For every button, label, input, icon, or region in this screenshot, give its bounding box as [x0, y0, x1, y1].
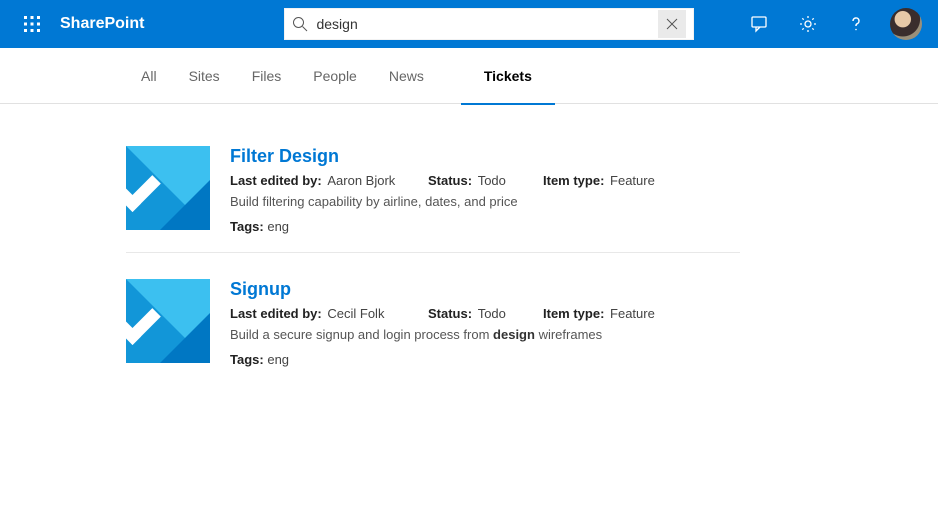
status-label: Status: [428, 306, 472, 321]
tab-news[interactable]: News [386, 48, 427, 104]
result-meta: Last edited by: Aaron Bjork Status: Todo… [230, 173, 740, 188]
search-results: Filter Design Last edited by: Aaron Bjor… [0, 104, 740, 385]
header-right [738, 0, 930, 48]
result-item: Signup Last edited by: Cecil Folk Status… [126, 271, 740, 385]
settings-button[interactable] [786, 0, 830, 48]
help-button[interactable] [834, 0, 878, 48]
result-body: Filter Design Last edited by: Aaron Bjor… [230, 146, 740, 234]
tab-people[interactable]: People [310, 48, 360, 104]
status-value: Todo [478, 173, 506, 188]
result-description: Build a secure signup and login process … [230, 327, 740, 342]
help-icon [846, 14, 866, 34]
chat-icon [750, 14, 770, 34]
result-meta: Last edited by: Cecil Folk Status: Todo … [230, 306, 740, 321]
search-box[interactable] [284, 8, 694, 40]
tab-files[interactable]: Files [249, 48, 285, 104]
close-icon [665, 17, 679, 31]
suite-header: SharePoint [0, 0, 938, 48]
result-tags: Tags: eng [230, 352, 740, 367]
result-body: Signup Last edited by: Cecil Folk Status… [230, 279, 740, 367]
user-avatar[interactable] [890, 8, 922, 40]
gear-icon [798, 14, 818, 34]
result-thumbnail [126, 279, 210, 363]
last-edited-value: Aaron Bjork [327, 173, 395, 188]
result-title[interactable]: Filter Design [230, 146, 740, 167]
chat-button[interactable] [738, 0, 782, 48]
result-title[interactable]: Signup [230, 279, 740, 300]
search-icon [292, 16, 308, 32]
last-edited-label: Last edited by: [230, 306, 322, 321]
waffle-icon [24, 16, 40, 32]
tab-tickets[interactable]: Tickets [481, 48, 535, 104]
tab-sites[interactable]: Sites [186, 48, 223, 104]
item-type-value: Feature [610, 173, 655, 188]
tab-all[interactable]: All [138, 48, 160, 104]
result-tags: Tags: eng [230, 219, 740, 234]
status-value: Todo [478, 306, 506, 321]
search-tabs: All Sites Files People News Tickets [0, 48, 938, 104]
status-label: Status: [428, 173, 472, 188]
app-launcher-button[interactable] [8, 0, 56, 48]
last-edited-label: Last edited by: [230, 173, 322, 188]
result-thumbnail [126, 146, 210, 230]
clear-search-button[interactable] [658, 10, 686, 38]
search-input[interactable] [316, 16, 658, 32]
item-type-label: Item type: [543, 306, 604, 321]
app-name[interactable]: SharePoint [60, 15, 144, 33]
item-type-label: Item type: [543, 173, 604, 188]
last-edited-value: Cecil Folk [327, 306, 384, 321]
result-description: Build filtering capability by airline, d… [230, 194, 740, 209]
item-type-value: Feature [610, 306, 655, 321]
result-item: Filter Design Last edited by: Aaron Bjor… [126, 138, 740, 253]
